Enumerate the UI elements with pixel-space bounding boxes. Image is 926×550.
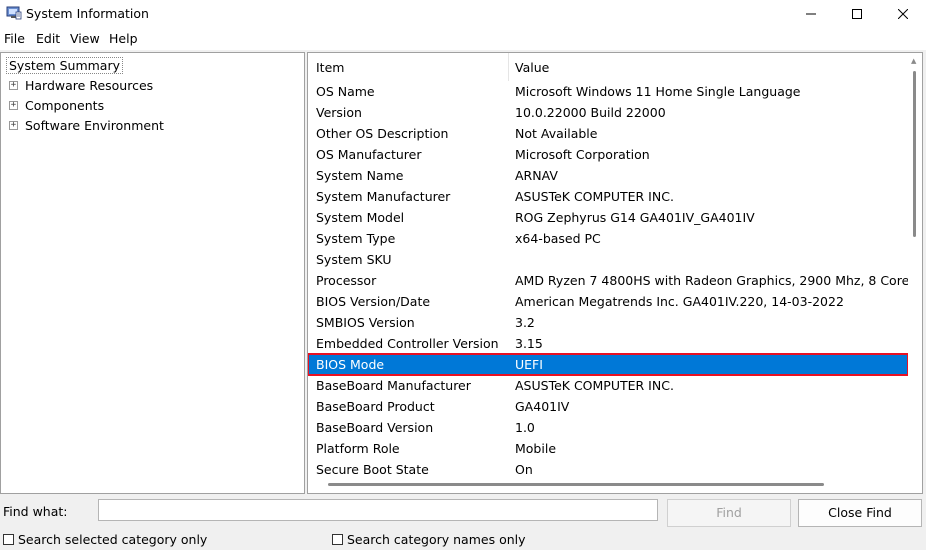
table-row[interactable]: BaseBoard Product GA401IV [308, 396, 908, 417]
cell-item: OS Name [316, 84, 375, 99]
table-row[interactable]: BIOS Version/Date American Megatrends Inc… [308, 291, 908, 312]
cell-item: BaseBoard Product [316, 399, 435, 414]
table-row[interactable]: Platform Role Mobile [308, 438, 908, 459]
system-information-icon [6, 6, 22, 20]
minimize-button[interactable] [788, 0, 834, 28]
vertical-scrollbar[interactable]: ▲ [908, 53, 922, 473]
cell-item: BIOS Mode [316, 357, 385, 372]
cell-item: System Name [316, 168, 404, 183]
cell-value: 10.0.22000 Build 22000 [515, 105, 666, 120]
table-row[interactable]: OS Name Microsoft Windows 11 Home Single … [308, 81, 908, 102]
scrollbar-thumb[interactable] [913, 71, 916, 237]
table-row[interactable]: Embedded Controller Version 3.15 [308, 333, 908, 354]
table-row[interactable]: OS Manufacturer Microsoft Corporation [308, 144, 908, 165]
menu-view[interactable]: View [70, 31, 100, 46]
table-row[interactable]: BaseBoard Version 1.0 [308, 417, 908, 438]
expand-icon[interactable]: + [9, 81, 18, 90]
table-row[interactable]: System Type x64-based PC [308, 228, 908, 249]
table-row[interactable]: Version 10.0.22000 Build 22000 [308, 102, 908, 123]
cell-value: Microsoft Corporation [515, 147, 650, 162]
column-divider[interactable] [508, 53, 509, 81]
cell-value: American Megatrends Inc. GA401IV.220, 14… [515, 294, 844, 309]
menu-file[interactable]: File [4, 31, 25, 46]
table-row[interactable]: Other OS Description Not Available [308, 123, 908, 144]
search-category-names-checkbox[interactable]: Search category names only [332, 532, 526, 547]
close-icon [898, 9, 908, 19]
maximize-button[interactable] [834, 0, 880, 28]
cell-item: Other OS Description [316, 126, 449, 141]
cell-item: System Type [316, 231, 396, 246]
expand-icon[interactable]: + [9, 101, 18, 110]
close-button[interactable] [880, 0, 926, 28]
cell-item: SMBIOS Version [316, 315, 415, 330]
cell-item: OS Manufacturer [316, 147, 422, 162]
maximize-icon [852, 9, 862, 19]
title-bar: System Information [0, 0, 926, 28]
menu-bar: File Edit View Help [0, 28, 926, 50]
cell-value: Microsoft Windows 11 Home Single Languag… [515, 84, 801, 99]
cell-value: GA401IV [515, 399, 570, 414]
cell-value: Mobile [515, 441, 557, 456]
cell-item: Version [316, 105, 362, 120]
tree-item-label: Components [25, 98, 105, 113]
table-row[interactable]: System SKU [308, 249, 908, 270]
tree-item-hardware-resources[interactable]: + Hardware Resources [9, 78, 153, 93]
cell-value: ROG Zephyrus G14 GA401IV_GA401IV [515, 210, 755, 225]
cell-value: UEFI [515, 357, 543, 372]
cell-value: x64-based PC [515, 231, 601, 246]
checkbox-label: Search selected category only [18, 532, 208, 547]
table-row[interactable]: BIOS Mode UEFI [308, 353, 909, 376]
column-header-value[interactable]: Value [515, 60, 549, 75]
cell-value: 3.15 [515, 336, 543, 351]
table-row[interactable]: SMBIOS Version 3.2 [308, 312, 908, 333]
expand-icon[interactable]: + [9, 121, 18, 130]
column-header-item[interactable]: Item [316, 60, 344, 75]
find-what-label: Find what: [3, 504, 68, 519]
cell-item: BaseBoard Manufacturer [316, 378, 471, 393]
checkbox-box[interactable] [3, 534, 14, 545]
cell-item: Processor [316, 273, 377, 288]
category-tree[interactable]: System Summary + Hardware Resources + Co… [0, 52, 305, 494]
cell-value: ASUSTeK COMPUTER INC. [515, 189, 674, 204]
menu-edit[interactable]: Edit [36, 31, 60, 46]
cell-value: Not Available [515, 126, 598, 141]
table-row[interactable]: System Manufacturer ASUSTeK COMPUTER INC. [308, 186, 908, 207]
table-row[interactable]: System Name ARNAV [308, 165, 908, 186]
minimize-icon [806, 13, 816, 15]
find-input[interactable] [98, 499, 658, 521]
cell-value: ARNAV [515, 168, 558, 183]
checkbox-box[interactable] [332, 534, 343, 545]
cell-value: 1.0 [515, 420, 535, 435]
tree-item-label: Hardware Resources [25, 78, 154, 93]
menu-help[interactable]: Help [109, 31, 138, 46]
tree-item-components[interactable]: + Components [9, 98, 104, 113]
close-find-button[interactable]: Close Find [798, 499, 922, 527]
checkbox-label: Search category names only [347, 532, 526, 547]
cell-item: Platform Role [316, 441, 400, 456]
cell-item: BaseBoard Version [316, 420, 434, 435]
table-row[interactable]: Processor AMD Ryzen 7 4800HS with Radeon … [308, 270, 922, 291]
tree-item-software-environment[interactable]: + Software Environment [9, 118, 164, 133]
horizontal-scrollbar[interactable] [308, 475, 908, 493]
window-title: System Information [26, 6, 149, 21]
cell-value: 3.2 [515, 315, 535, 330]
cell-item: System SKU [316, 252, 392, 267]
cell-item: System Manufacturer [316, 189, 451, 204]
scroll-up-icon[interactable]: ▲ [911, 57, 916, 65]
table-rows: OS Name Microsoft Windows 11 Home Single … [308, 81, 922, 480]
cell-value: ASUSTeK COMPUTER INC. [515, 378, 674, 393]
details-list[interactable]: Item Value OS Name Microsoft Windows 11 H… [307, 52, 923, 494]
table-row[interactable]: System Model ROG Zephyrus G14 GA401IV_GA4… [308, 207, 908, 228]
cell-item: Embedded Controller Version [316, 336, 499, 351]
cell-item: System Model [316, 210, 405, 225]
search-selected-category-checkbox[interactable]: Search selected category only [3, 532, 207, 547]
tree-item-system-summary[interactable]: System Summary [6, 57, 123, 74]
column-header: Item Value [308, 53, 908, 81]
cell-item: BIOS Version/Date [316, 294, 431, 309]
table-row[interactable]: BaseBoard Manufacturer ASUSTeK COMPUTER I… [308, 375, 908, 396]
scrollbar-thumb[interactable] [328, 483, 824, 486]
find-button[interactable]: Find [667, 499, 791, 527]
tree-item-label: Software Environment [25, 118, 164, 133]
cell-value: AMD Ryzen 7 4800HS with Radeon Graphics,… [515, 273, 923, 288]
